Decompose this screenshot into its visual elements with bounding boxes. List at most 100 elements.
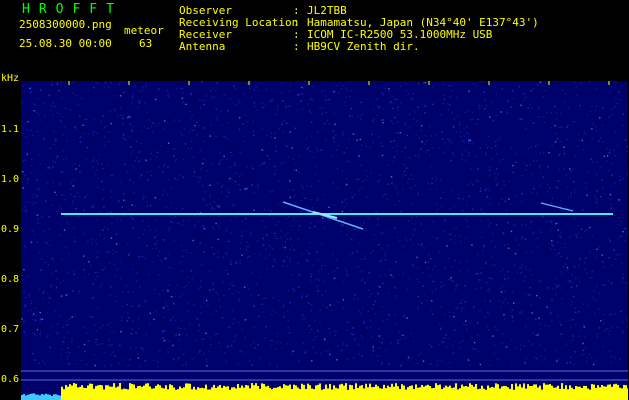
signal-level-bar <box>337 388 339 400</box>
signal-level-bar <box>213 384 215 400</box>
signal-level-bar <box>313 389 315 400</box>
signal-level-bar <box>359 385 361 400</box>
signal-level-bar <box>135 388 137 400</box>
frequency-tick-label: 0.8 <box>1 274 20 285</box>
signal-level-bar <box>347 389 349 400</box>
signal-level-bar <box>69 384 71 400</box>
signal-level-bar <box>373 386 375 400</box>
signal-level-bar <box>231 387 233 400</box>
signal-level-bar <box>509 388 511 400</box>
signal-level-bar <box>477 389 479 400</box>
signal-level-bar <box>591 384 593 400</box>
signal-level-bar <box>207 389 209 400</box>
signal-level-bar <box>263 383 265 400</box>
signal-level-bar <box>235 388 237 400</box>
signal-level-bar <box>475 383 477 400</box>
signal-level-bar <box>87 385 89 400</box>
signal-level-bar <box>333 385 335 400</box>
unit-label: kHz <box>1 73 20 84</box>
signal-level-bar <box>325 384 327 400</box>
signal-level-bar <box>229 389 231 400</box>
signal-level-bar <box>293 384 295 400</box>
signal-level-bar <box>251 383 253 400</box>
signal-level-bar <box>485 389 487 400</box>
signal-level-bar <box>77 387 79 400</box>
signal-level-bar <box>155 385 157 400</box>
signal-level-bar <box>615 383 617 400</box>
signal-level-bar <box>399 389 401 400</box>
signal-level-bar <box>449 385 451 400</box>
signal-level-bar <box>99 384 101 400</box>
signal-level-bar <box>301 383 303 400</box>
signal-level-bar <box>493 387 495 400</box>
signal-level-bar <box>193 386 195 400</box>
signal-level-bar <box>113 383 115 400</box>
signal-level-bar <box>237 383 239 400</box>
signal-level-bar <box>547 384 549 400</box>
signal-level-bar <box>481 385 483 400</box>
signal-level-bar <box>605 386 607 400</box>
signal-level-bar <box>245 385 247 400</box>
signal-level-bar <box>369 383 371 400</box>
signal-level-bar <box>271 389 273 400</box>
signal-level-bar <box>379 388 381 400</box>
signal-level-bar <box>97 385 99 400</box>
signal-level-bar <box>197 387 199 400</box>
signal-level-bar <box>511 384 513 400</box>
signal-level-bar <box>327 388 329 400</box>
signal-level-bar <box>565 385 567 400</box>
signal-level-bar <box>415 384 417 400</box>
signal-level-bar <box>387 385 389 400</box>
signal-level-bar <box>453 387 455 400</box>
signal-level-bar <box>571 387 573 400</box>
signal-level-bar <box>491 386 493 400</box>
signal-level-bar <box>497 384 499 400</box>
signal-level-bar <box>89 383 91 400</box>
signal-level-bar <box>357 388 359 400</box>
signal-level-bar <box>381 388 383 400</box>
signal-level-bar <box>141 386 143 400</box>
signal-level-bar <box>567 389 569 400</box>
signal-level-bar <box>287 385 289 400</box>
signal-level-bar <box>617 384 619 400</box>
signal-level-bar <box>561 383 563 400</box>
signal-level-bar <box>429 386 431 400</box>
signal-level-bar <box>185 383 187 400</box>
signal-level-bar <box>411 385 413 400</box>
signal-level-bar <box>623 384 625 400</box>
signal-level-bar <box>107 385 109 400</box>
signal-level-bar <box>59 395 61 400</box>
signal-level-bar <box>307 383 309 400</box>
signal-level-bar <box>129 383 131 400</box>
signal-level-bar <box>451 388 453 400</box>
signal-level-bar <box>169 384 171 400</box>
signal-level-bar <box>215 388 217 400</box>
signal-level-bar <box>223 385 225 400</box>
signal-level-bar <box>467 386 469 400</box>
signal-level-bar <box>597 385 599 400</box>
signal-level-bar <box>261 383 263 400</box>
signal-level-bar <box>139 385 141 400</box>
signal-level-bar <box>105 385 107 400</box>
signal-level-bar <box>127 389 129 400</box>
signal-level-bar <box>589 389 591 400</box>
signal-level-bar <box>297 387 299 400</box>
signal-level-bar <box>437 385 439 400</box>
signal-level-bar <box>331 389 333 400</box>
signal-level-bar <box>613 384 615 400</box>
signal-level-bar <box>39 395 41 400</box>
signal-level-bar <box>513 389 515 400</box>
signal-level-bar <box>103 389 105 400</box>
signal-level-bar <box>341 383 343 400</box>
signal-level-bar <box>315 385 317 400</box>
signal-level-bar <box>165 385 167 400</box>
signal-level-bar <box>543 383 545 400</box>
signal-level-bar <box>445 385 447 400</box>
signal-level-bar <box>507 387 509 400</box>
signal-level-bar <box>427 384 429 400</box>
signal-level-bar <box>515 383 517 400</box>
signal-level-bar <box>37 394 39 400</box>
signal-level-bar <box>143 385 145 400</box>
signal-level-bar <box>407 387 409 400</box>
signal-level-bar <box>27 394 29 400</box>
